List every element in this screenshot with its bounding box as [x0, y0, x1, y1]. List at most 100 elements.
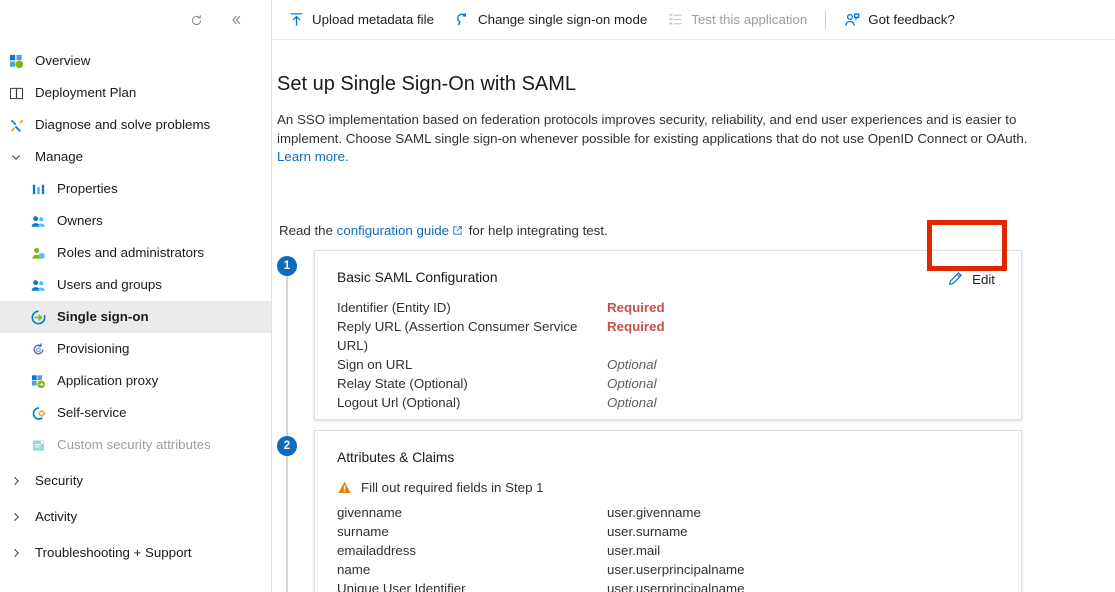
- claim-value: user.mail: [607, 541, 660, 560]
- toolbar-divider: [825, 10, 826, 30]
- claim-value: user.userprincipalname: [607, 560, 744, 579]
- sidebar-item-single-sign-on[interactable]: Single sign-on: [0, 301, 271, 333]
- sidebar-item-application-proxy[interactable]: Application proxy: [0, 365, 271, 397]
- config-row: Sign on URL Optional: [337, 355, 1021, 374]
- app-root: Overview Deployment Plan: [0, 0, 1115, 592]
- got-feedback-button[interactable]: Got feedback?: [834, 5, 965, 35]
- command-label: Upload metadata file: [312, 12, 434, 27]
- main-panel: Upload metadata file Change single sign-…: [272, 0, 1115, 592]
- claim-key: Unique User Identifier: [337, 579, 607, 592]
- edit-basic-saml-configuration-button[interactable]: Edit: [937, 265, 1005, 293]
- sidebar-group-activity[interactable]: Activity: [0, 501, 271, 533]
- sidebar-item-diagnose[interactable]: Diagnose and solve problems: [0, 109, 271, 141]
- sidebar-item-overview[interactable]: Overview: [0, 45, 271, 77]
- custom-attributes-icon: [30, 437, 46, 453]
- app-proxy-icon: [30, 373, 46, 389]
- steps-rail: [286, 261, 288, 592]
- learn-more-link[interactable]: Learn more.: [277, 149, 349, 164]
- intro-paragraph: An SSO implementation based on federatio…: [277, 111, 1052, 167]
- card-basic-saml-configuration: Basic SAML Configuration Edit Identifier…: [314, 250, 1022, 420]
- sidebar-item-label: Roles and administrators: [57, 245, 204, 261]
- chevron-right-icon: [8, 473, 24, 489]
- basic-saml-configuration-list: Identifier (Entity ID) Required Reply UR…: [315, 285, 1021, 434]
- guide-suffix: for help integrating test.: [465, 223, 608, 238]
- command-label: Test this application: [691, 12, 807, 27]
- config-row: Relay State (Optional) Optional: [337, 374, 1021, 393]
- configuration-guide-line: Read the configuration guide for help in…: [279, 223, 608, 239]
- sidebar-group-manage[interactable]: Manage: [0, 141, 271, 173]
- sidebar-group-security[interactable]: Security: [0, 465, 271, 497]
- config-key: Sign on URL: [337, 355, 607, 374]
- pencil-icon: [947, 271, 963, 287]
- sidebar-item-label: Application proxy: [57, 373, 158, 389]
- sidebar-group-label: Manage: [35, 149, 83, 165]
- collapse-icon[interactable]: [225, 9, 247, 31]
- tools-icon: [8, 117, 24, 133]
- sidebar-item-label: Custom security attributes: [57, 437, 211, 453]
- sidebar-item-label: Deployment Plan: [35, 85, 136, 101]
- card-title: Attributes & Claims: [315, 431, 1021, 465]
- sidebar-toolbar: [0, 0, 271, 40]
- configuration-guide-link[interactable]: configuration guide: [337, 223, 449, 238]
- change-sso-mode-button[interactable]: Change single sign-on mode: [444, 5, 657, 35]
- sidebar-group-label: Security: [35, 473, 83, 489]
- claim-row: givenname user.givenname: [337, 503, 1021, 522]
- edit-label: Edit: [972, 272, 995, 287]
- claim-row: surname user.surname: [337, 522, 1021, 541]
- config-value: Optional: [607, 355, 657, 374]
- book-icon: [8, 85, 24, 101]
- claim-key: emailaddress: [337, 541, 607, 560]
- chevron-down-icon: [8, 149, 24, 165]
- test-this-application-button: Test this application: [657, 5, 817, 35]
- external-link-icon: [452, 224, 463, 239]
- card-title: Basic SAML Configuration: [315, 251, 1021, 285]
- card-attributes-and-claims: Attributes & Claims Fill out required fi…: [314, 430, 1022, 592]
- refresh-icon[interactable]: [185, 9, 207, 31]
- warning-text: Fill out required fields in Step 1: [361, 480, 544, 495]
- claim-row: name user.userprincipalname: [337, 560, 1021, 579]
- sidebar-item-deployment-plan[interactable]: Deployment Plan: [0, 77, 271, 109]
- sidebar-group-label: Activity: [35, 509, 77, 525]
- config-key: Relay State (Optional): [337, 374, 607, 393]
- undo-icon: [454, 12, 470, 28]
- claim-key: name: [337, 560, 607, 579]
- sidebar-item-label: Users and groups: [57, 277, 162, 293]
- properties-icon: [30, 181, 46, 197]
- owners-icon: [30, 213, 46, 229]
- config-key: Reply URL (Assertion Consumer Service UR…: [337, 317, 607, 355]
- claim-row: emailaddress user.mail: [337, 541, 1021, 560]
- config-value: Optional: [607, 393, 657, 412]
- chevron-right-icon: [8, 509, 24, 525]
- sidebar-group-label: Troubleshooting + Support: [35, 545, 192, 561]
- command-label: Change single sign-on mode: [478, 12, 647, 27]
- sidebar-item-label: Owners: [57, 213, 103, 229]
- claim-key: givenname: [337, 503, 607, 522]
- sidebar-item-users-and-groups[interactable]: Users and groups: [0, 269, 271, 301]
- step-number-2: 2: [277, 436, 297, 456]
- config-row: Identifier (Entity ID) Required: [337, 298, 1021, 317]
- sidebar-nav: Overview Deployment Plan: [0, 40, 271, 569]
- step-number-1: 1: [277, 256, 297, 276]
- upload-metadata-file-button[interactable]: Upload metadata file: [278, 5, 444, 35]
- sidebar-item-label: Single sign-on: [57, 309, 149, 325]
- config-value: Required: [607, 317, 665, 355]
- sidebar-item-self-service[interactable]: Self-service: [0, 397, 271, 429]
- sidebar-group-troubleshooting[interactable]: Troubleshooting + Support: [0, 537, 271, 569]
- config-key: Logout Url (Optional): [337, 393, 607, 412]
- warning-icon: [337, 480, 352, 495]
- sidebar-item-provisioning[interactable]: Provisioning: [0, 333, 271, 365]
- sidebar-item-roles[interactable]: Roles and administrators: [0, 237, 271, 269]
- roles-icon: [30, 245, 46, 261]
- required-fields-warning: Fill out required fields in Step 1: [315, 465, 1021, 499]
- attributes-and-claims-list: givenname user.givenname surname user.su…: [315, 499, 1021, 592]
- sidebar-item-label: Properties: [57, 181, 118, 197]
- intro-text: An SSO implementation based on federatio…: [277, 112, 1027, 146]
- config-value: Required: [607, 298, 665, 317]
- sidebar-item-owners[interactable]: Owners: [0, 205, 271, 237]
- sidebar-item-custom-security-attributes: Custom security attributes: [0, 429, 271, 461]
- sidebar-item-label: Provisioning: [57, 341, 129, 357]
- sidebar-item-properties[interactable]: Properties: [0, 173, 271, 205]
- command-label: Got feedback?: [868, 12, 955, 27]
- config-row: Logout Url (Optional) Optional: [337, 393, 1021, 412]
- sidebar-item-label: Diagnose and solve problems: [35, 117, 210, 133]
